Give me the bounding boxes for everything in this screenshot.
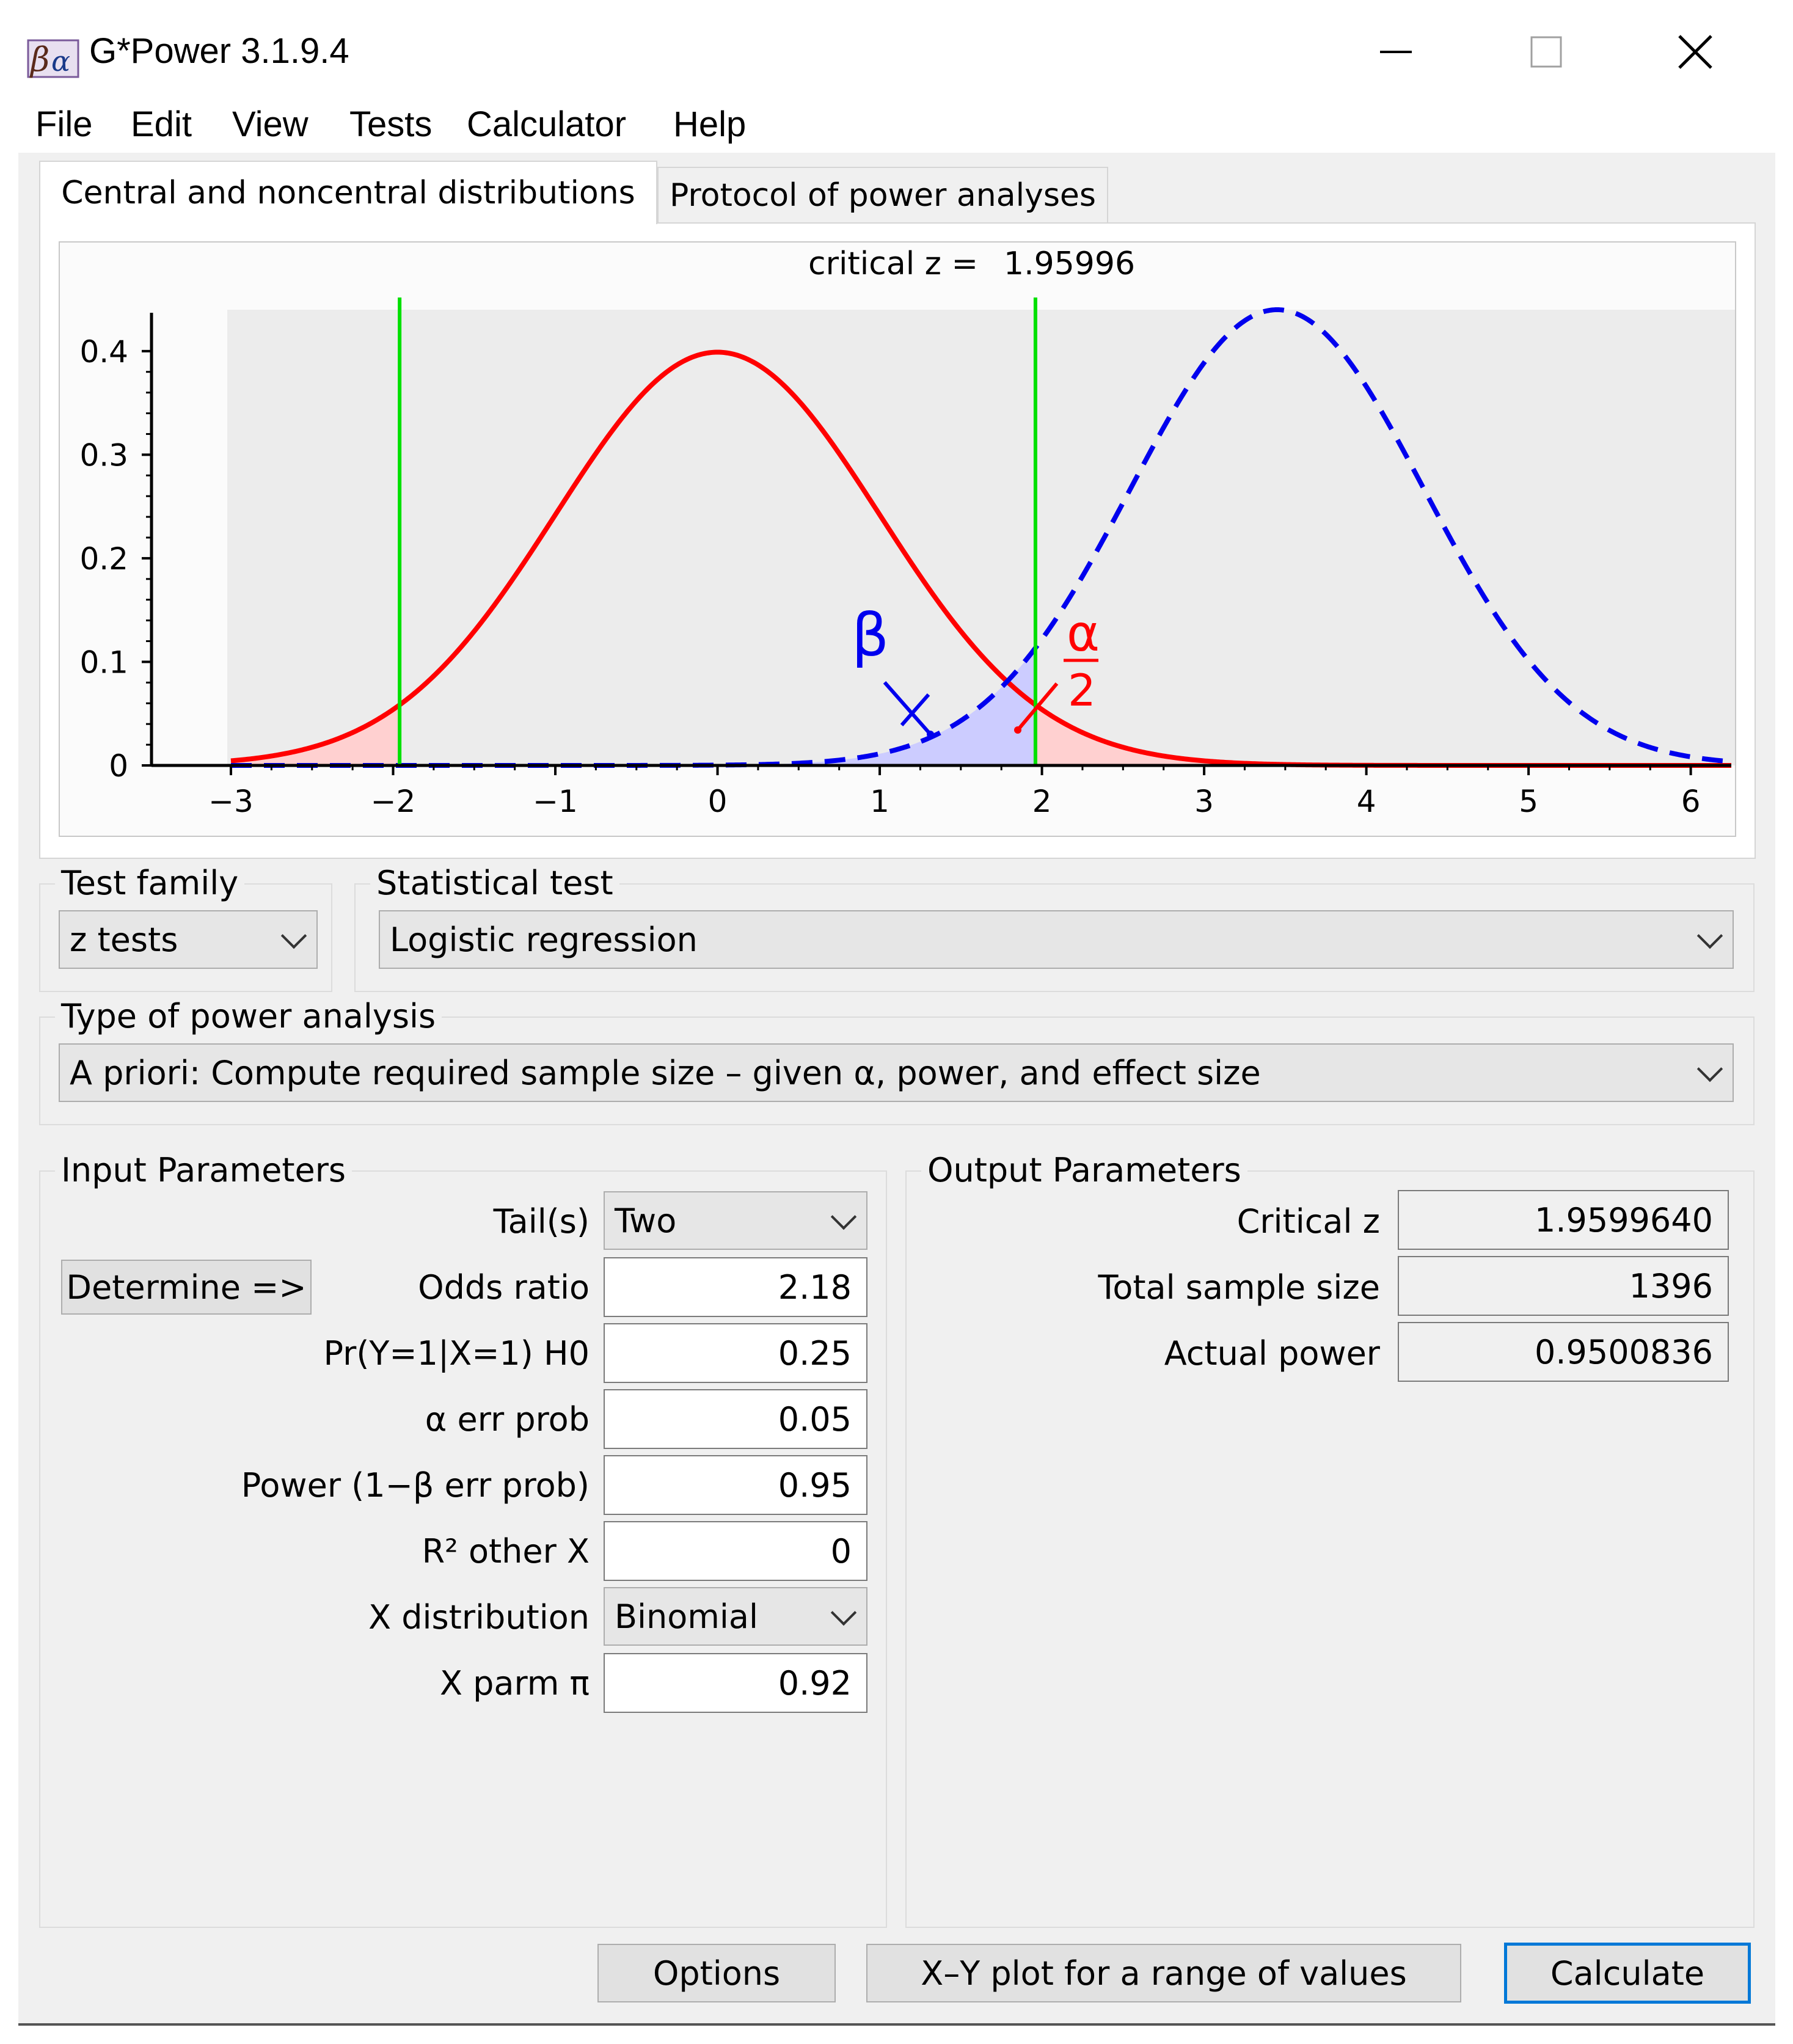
x-parm-pi-label: X parm π bbox=[439, 1664, 590, 1703]
x-tick-label: 4 bbox=[1357, 784, 1376, 819]
x-tick-label: 1 bbox=[870, 784, 889, 819]
statistical-test-value: Logistic regression bbox=[390, 920, 698, 959]
total-sample-size-label: Total sample size bbox=[1098, 1268, 1380, 1307]
pr-y1-x1-h0-input[interactable]: 0.25 bbox=[604, 1323, 867, 1383]
total-sample-size-output: 1396 bbox=[1398, 1256, 1729, 1316]
menu-calculator[interactable]: Calculator bbox=[467, 104, 626, 145]
distribution-plot: −3 −2 −1 0 1 2 3 4 5 6 0 0.1 0.2 0.3 0.4 critical z = … bbox=[59, 241, 1736, 837]
critical-z-value: 1.95996 bbox=[1004, 246, 1135, 282]
power-label: Power (1−β err prob) bbox=[241, 1466, 590, 1505]
chevron-down-icon bbox=[1696, 1056, 1723, 1082]
x-tick-label: −2 bbox=[371, 784, 416, 819]
xy-plot-button[interactable]: X–Y plot for a range of values bbox=[866, 1944, 1461, 2002]
chevron-down-icon bbox=[1696, 922, 1723, 949]
window-title: G*Power 3.1.9.4 bbox=[89, 31, 349, 71]
actual-power-output: 0.9500836 bbox=[1398, 1322, 1729, 1382]
chevron-down-icon bbox=[830, 1599, 857, 1626]
x-tick-label: 5 bbox=[1519, 784, 1538, 819]
maximize-button[interactable] bbox=[1513, 24, 1580, 79]
tails-select[interactable]: Two bbox=[604, 1191, 867, 1250]
power-analysis-select[interactable]: A priori: Compute required sample size –… bbox=[59, 1043, 1734, 1102]
alpha-pointer-dot bbox=[1014, 726, 1021, 734]
input-parameters-title: Input Parameters bbox=[55, 1151, 352, 1189]
y-tick-label: 0.1 bbox=[79, 644, 128, 680]
svg-text:α: α bbox=[51, 45, 70, 78]
actual-power-label: Actual power bbox=[1164, 1334, 1380, 1373]
power-analysis-title: Type of power analysis bbox=[55, 997, 442, 1035]
x-parm-pi-input[interactable]: 0.92 bbox=[604, 1653, 867, 1713]
y-tick-label: 0.3 bbox=[79, 437, 128, 473]
menu-view[interactable]: View bbox=[232, 104, 309, 145]
r2-other-x-input[interactable]: 0 bbox=[604, 1521, 867, 1581]
tails-label: Tail(s) bbox=[493, 1202, 590, 1241]
x-tick-label: 6 bbox=[1681, 784, 1701, 819]
x-distribution-value: Binomial bbox=[615, 1597, 759, 1636]
alpha-label: α bbox=[1067, 605, 1100, 663]
x-tick-label: −1 bbox=[533, 784, 578, 819]
critical-z-output: 1.9599640 bbox=[1398, 1190, 1729, 1250]
status-bar-edge bbox=[18, 2023, 1775, 2026]
x-distribution-label: X distribution bbox=[368, 1598, 590, 1637]
x-tick-label: 0 bbox=[708, 784, 728, 819]
y-tick-label: 0.4 bbox=[79, 334, 128, 370]
tails-value: Two bbox=[615, 1201, 677, 1240]
test-family-select[interactable]: z tests bbox=[59, 910, 318, 969]
svg-text:β: β bbox=[29, 40, 49, 78]
y-tick-label: 0 bbox=[109, 748, 128, 784]
g-power-beta-alpha-icon: β α bbox=[27, 39, 79, 78]
alpha-err-prob-label: α err prob bbox=[425, 1400, 590, 1439]
x-distribution-select[interactable]: Binomial bbox=[604, 1587, 867, 1646]
plot-area-background bbox=[227, 310, 1735, 765]
pr-y1-x1-h0-label: Pr(Y=1|X=1) H0 bbox=[323, 1334, 590, 1373]
tab-central-distributions[interactable]: Central and noncentral distributions bbox=[39, 161, 657, 224]
power-analysis-value: A priori: Compute required sample size –… bbox=[70, 1053, 1261, 1092]
odds-ratio-label: Odds ratio bbox=[418, 1268, 590, 1307]
distribution-chart: −3 −2 −1 0 1 2 3 4 5 600.10.20.30.4 critical z = … bbox=[79, 246, 1735, 819]
alpha-err-prob-input[interactable]: 0.05 bbox=[604, 1389, 867, 1449]
test-family-title: Test family bbox=[55, 864, 245, 902]
menu-file[interactable]: File bbox=[35, 104, 92, 145]
odds-ratio-input[interactable]: 2.18 bbox=[604, 1257, 867, 1317]
output-parameters-title: Output Parameters bbox=[921, 1151, 1247, 1189]
menu-edit[interactable]: Edit bbox=[131, 104, 192, 145]
chevron-down-icon bbox=[280, 922, 307, 949]
determine-button[interactable]: Determine => bbox=[61, 1260, 312, 1315]
critical-z-output-label: Critical z bbox=[1236, 1202, 1380, 1241]
close-icon bbox=[1678, 35, 1712, 69]
menu-help[interactable]: Help bbox=[673, 104, 746, 145]
critical-z-label: critical z = bbox=[808, 246, 978, 282]
close-button[interactable] bbox=[1662, 24, 1729, 79]
alpha-denominator: 2 bbox=[1068, 665, 1096, 716]
tab-protocol[interactable]: Protocol of power analyses bbox=[657, 167, 1108, 223]
power-input[interactable]: 0.95 bbox=[604, 1455, 867, 1515]
minimize-button[interactable] bbox=[1362, 24, 1430, 79]
minimize-icon bbox=[1380, 51, 1412, 53]
beta-pointer-dot bbox=[927, 731, 934, 738]
beta-label: β bbox=[852, 601, 889, 670]
x-tick-label: 3 bbox=[1194, 784, 1214, 819]
chevron-down-icon bbox=[830, 1203, 857, 1230]
calculate-button[interactable]: Calculate bbox=[1504, 1943, 1751, 2004]
r2-other-x-label: R² other X bbox=[422, 1532, 590, 1571]
statistical-test-select[interactable]: Logistic regression bbox=[379, 910, 1734, 969]
options-button[interactable]: Options bbox=[597, 1944, 836, 2002]
x-tick-label: −3 bbox=[208, 784, 254, 819]
test-family-value: z tests bbox=[70, 920, 178, 959]
maximize-icon bbox=[1530, 36, 1562, 68]
statistical-test-title: Statistical test bbox=[370, 864, 619, 902]
x-tick-label: 2 bbox=[1032, 784, 1052, 819]
menu-tests[interactable]: Tests bbox=[349, 104, 432, 145]
y-tick-label: 0.2 bbox=[79, 541, 128, 577]
